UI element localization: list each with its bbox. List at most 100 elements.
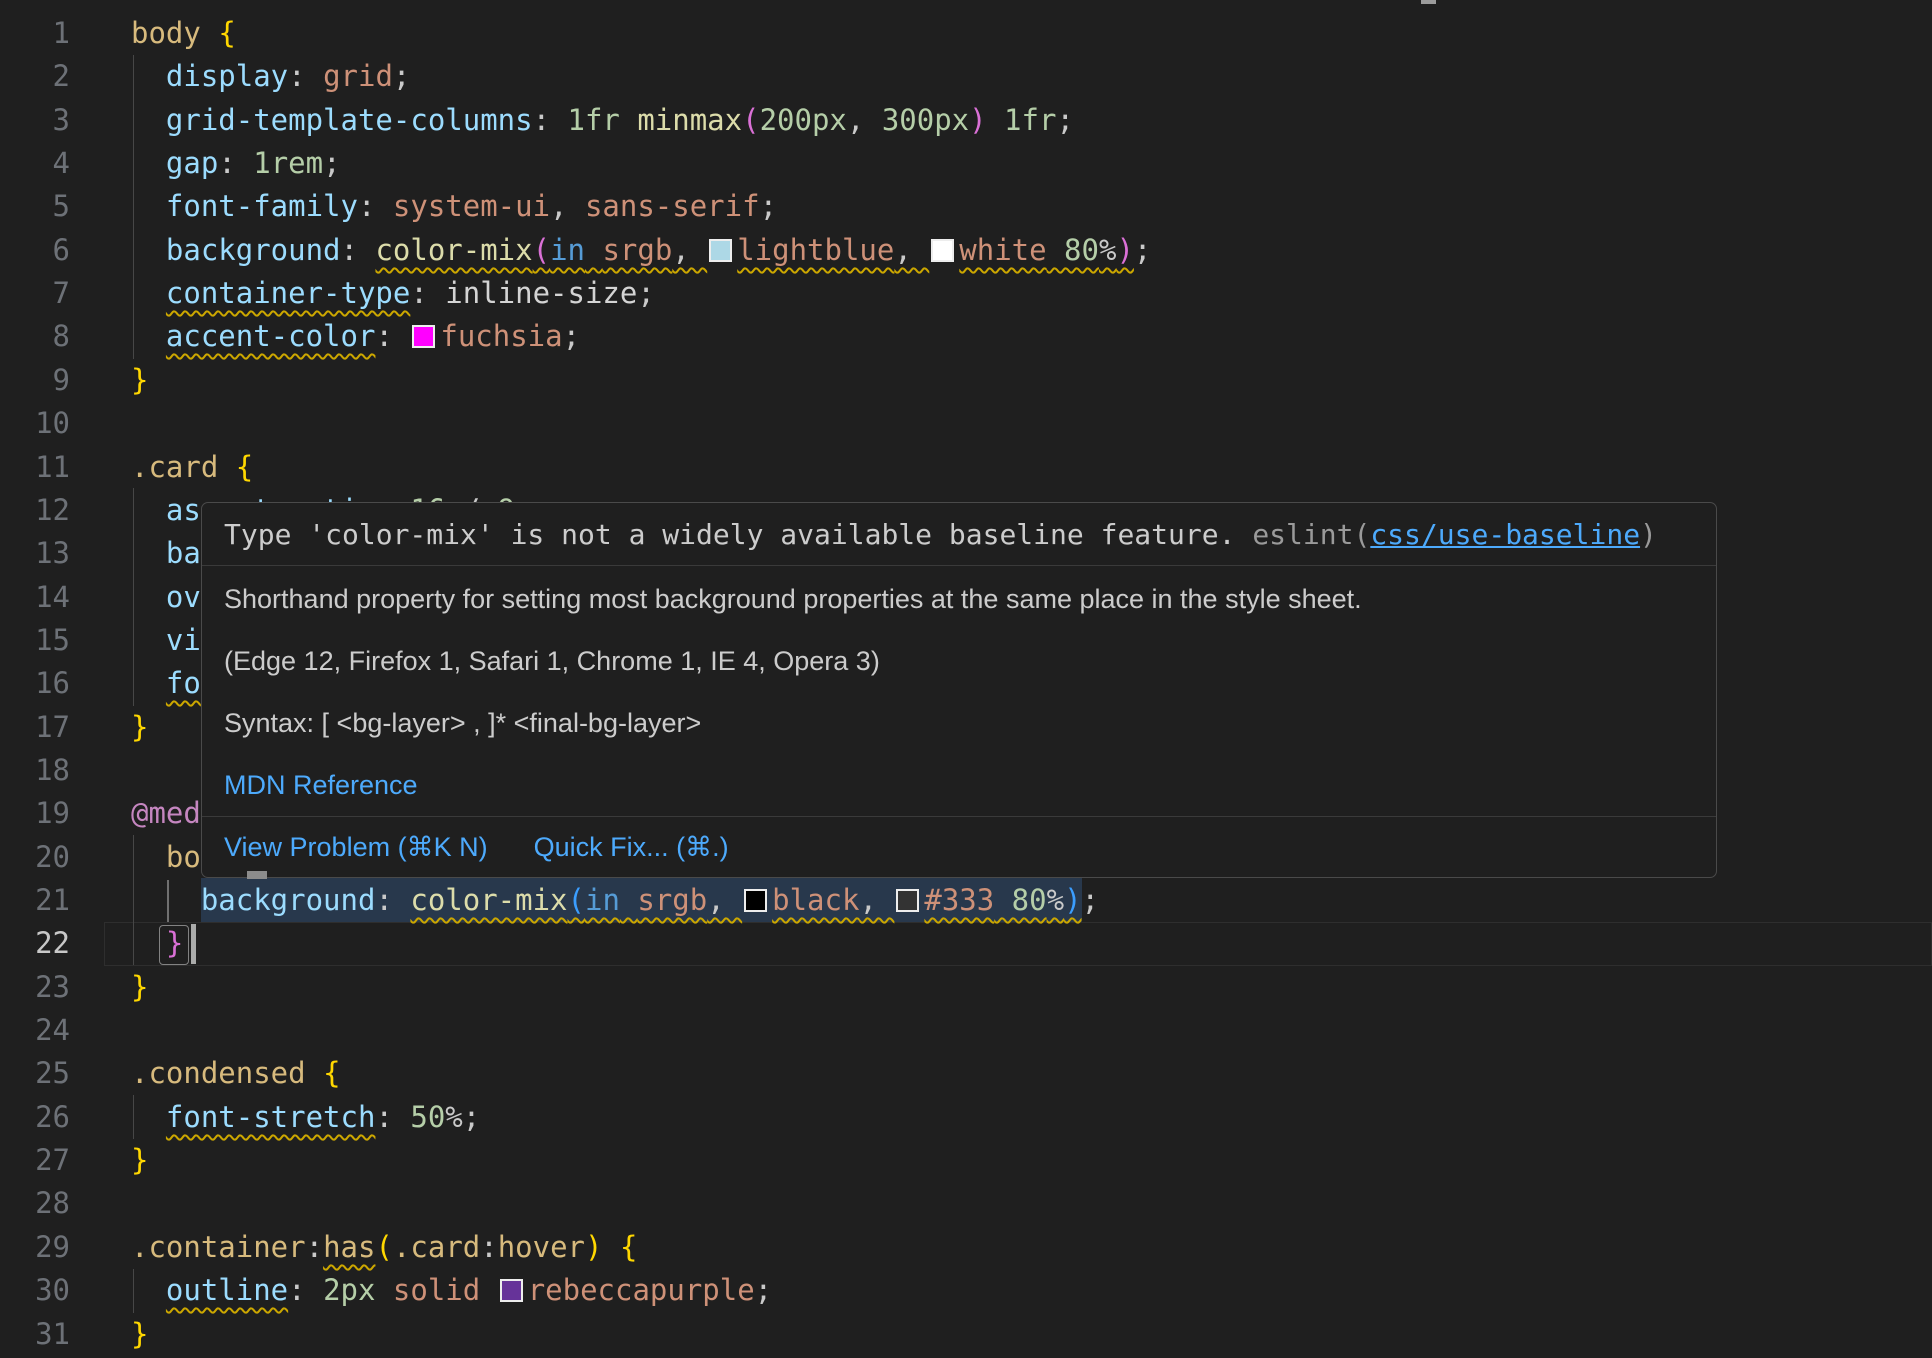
code-content: .condensed { (131, 1052, 341, 1095)
code-token: container-type (166, 276, 410, 310)
quick-fix-action[interactable]: Quick Fix... (⌘.) (534, 832, 729, 863)
code-line[interactable]: 9} (0, 359, 1932, 403)
problem-message: Type 'color-mix' is not a widely availab… (224, 518, 1252, 551)
hover-documentation: Shorthand property for setting most back… (202, 566, 1716, 816)
code-line[interactable]: 2 display: grid; (0, 55, 1932, 99)
line-number: 6 (0, 229, 70, 272)
code-line[interactable]: 6 background: color-mix(in srgb, lightbl… (0, 229, 1932, 273)
code-line[interactable]: 5 font-family: system-ui, sans-serif; (0, 185, 1932, 229)
warning-squiggle: accent-color (166, 319, 376, 353)
code-line[interactable]: 11.card { (0, 446, 1932, 490)
code-token: 2px (323, 1273, 375, 1307)
code-content: } (131, 1313, 148, 1356)
color-swatch[interactable] (412, 325, 435, 348)
code-token: : (533, 103, 568, 137)
code-line[interactable]: 27} (0, 1139, 1932, 1183)
code-line[interactable]: 28 (0, 1182, 1932, 1226)
code-token: , (707, 883, 742, 917)
code-token: sans-serif (585, 189, 760, 223)
color-swatch[interactable] (500, 1279, 523, 1302)
code-token: ; (323, 146, 340, 180)
code-token: } (131, 710, 148, 744)
code-token: minmax (637, 103, 742, 137)
code-token: font-stretch (166, 1100, 376, 1134)
line-number: 22 (0, 922, 70, 965)
line-number: 16 (0, 662, 70, 705)
code-token: ; (755, 1273, 772, 1307)
line-number: 2 (0, 55, 70, 98)
code-token: , (672, 233, 707, 267)
code-line[interactable]: 8 accent-color: fuchsia; (0, 315, 1932, 359)
code-token (131, 233, 166, 267)
code-line[interactable]: 4 gap: 1rem; (0, 142, 1932, 186)
code-token: srgb (637, 883, 707, 917)
code-line[interactable]: 3 grid-template-columns: 1fr minmax(200p… (0, 99, 1932, 143)
code-token: ba (166, 536, 201, 570)
line-number: 21 (0, 879, 70, 922)
code-token: rebeccapurple (528, 1273, 755, 1307)
code-token: @med (131, 796, 201, 830)
code-token: ) (969, 103, 986, 137)
code-line[interactable]: 1body { (0, 12, 1932, 56)
code-token: display (166, 59, 288, 93)
code-token: : (341, 233, 376, 267)
code-content: vi (131, 619, 201, 662)
line-number: 13 (0, 532, 70, 575)
code-line[interactable]: 29.container:has(.card:hover) { (0, 1226, 1932, 1270)
code-line[interactable]: 24 (0, 1009, 1932, 1053)
color-swatch[interactable] (709, 239, 732, 262)
line-number: 19 (0, 792, 70, 835)
code-token (131, 840, 166, 874)
line-number: 3 (0, 99, 70, 142)
line-number: 30 (0, 1269, 70, 1312)
code-token: : (480, 1230, 497, 1264)
code-line[interactable]: 25.condensed { (0, 1052, 1932, 1096)
line-number: 24 (0, 1009, 70, 1052)
code-token: : (375, 1100, 410, 1134)
code-content: gap: 1rem; (131, 142, 341, 185)
code-token: ; (1056, 103, 1073, 137)
code-line[interactable]: 22 } (0, 922, 1932, 966)
code-token: outline (166, 1273, 288, 1307)
code-token (603, 1230, 620, 1264)
code-token (131, 189, 166, 223)
eslint-rule-link[interactable]: css/use-baseline (1370, 518, 1640, 551)
code-token: accent-color (166, 319, 376, 353)
code-line[interactable]: 31} (0, 1313, 1932, 1357)
warning-squiggle: color-mix(in srgb, black, #333 80%) (410, 883, 1081, 917)
mdn-reference-link[interactable]: MDN Reference (224, 754, 1694, 816)
code-token: ; (393, 59, 410, 93)
code-line[interactable]: 30 outline: 2px solid rebeccapurple; (0, 1269, 1932, 1313)
code-editor[interactable]: 1body {2 display: grid;3 grid-template-c… (0, 0, 1932, 1358)
code-token: lightblue (737, 233, 894, 267)
code-token: ( (375, 1230, 392, 1264)
line-number: 29 (0, 1226, 70, 1269)
code-content: @med (131, 792, 201, 835)
code-content: fo (131, 662, 201, 705)
hover-status-bar: View Problem (⌘K N) Quick Fix... (⌘.) (202, 816, 1716, 877)
code-token: 80 (1047, 233, 1099, 267)
code-token: , (550, 189, 585, 223)
code-token: ; (563, 319, 580, 353)
color-swatch[interactable] (931, 239, 954, 262)
code-token: ; (1082, 883, 1099, 917)
view-problem-action[interactable]: View Problem (⌘K N) (224, 832, 488, 863)
bracket-match-box (159, 925, 189, 965)
code-line[interactable]: 10 (0, 402, 1932, 446)
code-token (131, 493, 166, 527)
color-swatch[interactable] (896, 889, 919, 912)
code-line[interactable]: 7 container-type: inline-size; (0, 272, 1932, 316)
line-number: 15 (0, 619, 70, 662)
code-line[interactable]: 23} (0, 966, 1932, 1010)
code-token: hover (498, 1230, 585, 1264)
code-token: ; (637, 276, 654, 310)
code-token (131, 623, 166, 657)
warning-squiggle: fo (166, 666, 201, 700)
color-swatch[interactable] (744, 889, 767, 912)
code-token: grid (323, 59, 393, 93)
code-token (585, 233, 602, 267)
code-token: 1fr (568, 103, 638, 137)
code-line[interactable]: 21 background: color-mix(in srgb, black,… (0, 879, 1932, 923)
selected-text: background: color-mix(in srgb, black, #3… (201, 878, 1082, 922)
code-line[interactable]: 26 font-stretch: 50%; (0, 1096, 1932, 1140)
